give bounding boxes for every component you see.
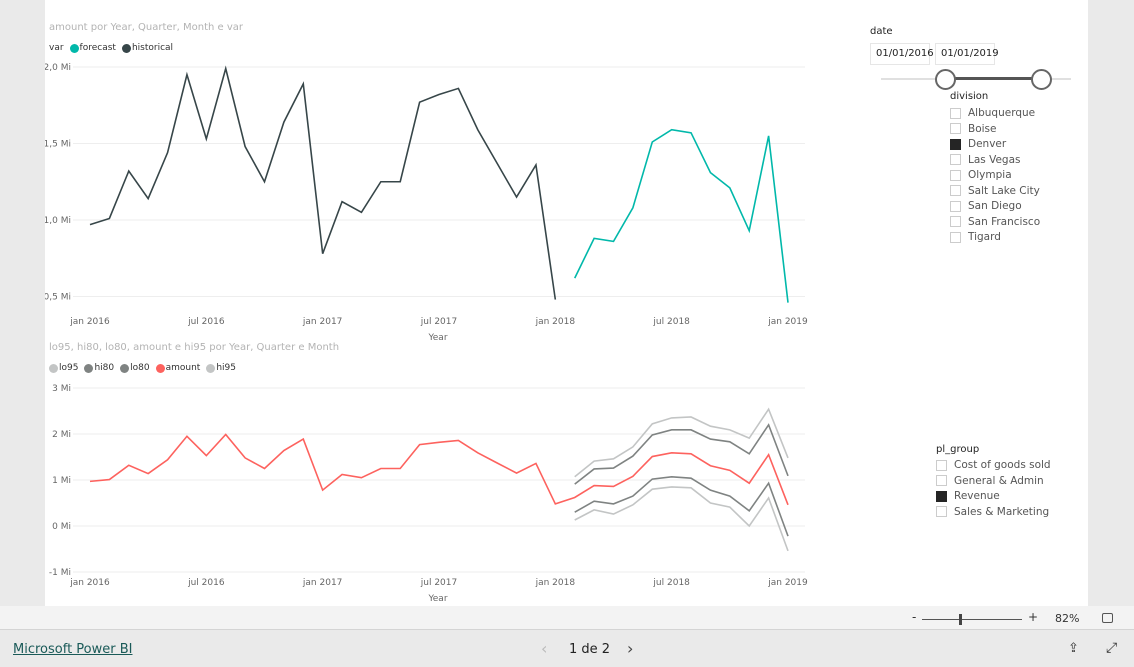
fit-to-page-icon[interactable] <box>1102 613 1113 623</box>
checkbox[interactable] <box>950 169 961 181</box>
slicer-item-label: San Francisco <box>968 215 1041 228</box>
slicer-item[interactable]: Cost of goods sold <box>936 459 1051 471</box>
y-tick-label: 3 Mi <box>52 384 71 394</box>
series-line-lo95 <box>574 486 789 552</box>
y-tick-label: 1,5 Mi <box>45 140 71 150</box>
checkbox[interactable] <box>950 200 961 212</box>
footer: Microsoft Power BI ‹ 1 de 2 › ⇪ ⤢ <box>0 631 1134 667</box>
series-line-forecast <box>574 128 789 303</box>
checkbox[interactable] <box>950 107 961 119</box>
slicer-item-label: San Diego <box>968 200 1022 212</box>
fullscreen-icon[interactable]: ⤢ <box>1106 640 1117 656</box>
power-bi-link[interactable]: Microsoft Power BI <box>13 642 132 657</box>
checkbox[interactable] <box>950 231 961 243</box>
date-end-input[interactable]: 01/01/2019 <box>935 43 999 65</box>
x-tick-label: jan 2016 <box>69 578 110 588</box>
slicer-item-label: Revenue <box>954 490 1000 502</box>
x-tick-label: jul 2017 <box>420 578 457 588</box>
zoom-in-button[interactable]: + <box>1028 610 1038 624</box>
slicer-item[interactable]: Revenue <box>936 490 1000 502</box>
charts-svg: 2,0 Mi 1,5 Mi 1,0 Mi 0,5 Mi jan 2016 jul 2016… <box>45 63 808 604</box>
checkbox[interactable] <box>936 490 947 502</box>
zoom-slider-handle[interactable] <box>959 614 962 625</box>
y-tick-label: -1 Mi <box>49 568 71 578</box>
checkbox[interactable] <box>950 123 961 134</box>
slicer-item[interactable]: Salt Lake City <box>950 185 1040 197</box>
checkbox[interactable] <box>936 475 947 486</box>
slicer-item[interactable]: Denver <box>950 138 1006 150</box>
slicer-item[interactable]: San Francisco <box>950 216 1040 228</box>
checkbox[interactable] <box>950 138 961 150</box>
pl-group-slicer-title: pl_group <box>936 444 980 455</box>
y-tick-label: 2 Mi <box>52 430 71 440</box>
x-tick-label: jan 2018 <box>535 317 576 327</box>
date-slicer-title: date <box>870 26 893 37</box>
series-line-historical <box>89 65 557 300</box>
slicer-item-label: Las Vegas <box>968 153 1021 166</box>
date-slider-start-handle[interactable] <box>935 69 956 90</box>
slicer-item-label: Sales & Marketing <box>954 505 1050 518</box>
report-canvas: amount por Year, Quarter, Month e var va… <box>45 0 1088 606</box>
share-icon[interactable]: ⇪ <box>1068 641 1079 656</box>
prev-page-button[interactable]: ‹ <box>541 639 547 658</box>
slicer-item[interactable]: Tigard <box>950 231 1001 243</box>
slicer-item-label: Tigard <box>968 231 1001 243</box>
slicer-item-label: Denver <box>968 138 1007 150</box>
x-tick-label: jul 2016 <box>187 317 225 327</box>
slicer-item-label: General & Admin <box>954 474 1044 487</box>
slicer-item[interactable]: Boise <box>950 123 996 135</box>
slicer-item-label: Salt Lake City <box>968 184 1040 197</box>
page-indicator: 1 de 2 <box>569 642 611 657</box>
y-tick-label: 1,0 Mi <box>45 216 71 226</box>
checkbox[interactable] <box>936 459 947 471</box>
x-tick-label: jan 2019 <box>767 578 808 588</box>
x-tick-label: jan 2017 <box>302 317 343 327</box>
date-start-input[interactable]: 01/01/2016 <box>870 43 934 65</box>
x-tick-label: jan 2019 <box>767 317 808 327</box>
checkbox[interactable] <box>950 185 961 196</box>
date-slider-range <box>946 77 1041 80</box>
checkbox[interactable] <box>950 154 961 165</box>
checkbox[interactable] <box>950 216 961 227</box>
next-page-button[interactable]: › <box>627 639 633 658</box>
y-tick-label: 2,0 Mi <box>45 63 71 73</box>
slicer-item[interactable]: Las Vegas <box>950 154 1021 166</box>
slicer-item-label: Cost of goods sold <box>954 459 1051 471</box>
zoom-slider[interactable] <box>922 619 1022 620</box>
y-tick-label: 0 Mi <box>52 522 71 532</box>
y-tick-label: 0,5 Mi <box>45 293 71 303</box>
slicer-item-label: Boise <box>968 122 997 135</box>
x-tick-label: jul 2017 <box>420 317 457 327</box>
division-slicer-title: division <box>950 91 989 102</box>
x-tick-label: jul 2018 <box>652 578 690 588</box>
slicer-item-label: Olympia <box>968 169 1012 181</box>
x-axis-label: Year <box>427 333 447 343</box>
x-tick-label: jan 2018 <box>535 578 576 588</box>
slicer-item-label: Albuquerque <box>968 107 1036 119</box>
date-slider-end-handle[interactable] <box>1031 69 1052 90</box>
checkbox[interactable] <box>936 506 947 517</box>
slicer-item[interactable]: General & Admin <box>936 475 1044 487</box>
x-tick-label: jan 2016 <box>69 317 110 327</box>
zoom-level: 82% <box>1055 612 1080 625</box>
slicer-item[interactable]: Olympia <box>950 169 1012 181</box>
x-tick-label: jan 2017 <box>302 578 343 588</box>
series-line-amount <box>89 433 789 506</box>
y-tick-label: 1 Mi <box>52 476 71 486</box>
slicer-item[interactable]: Albuquerque <box>950 107 1035 119</box>
x-tick-label: jul 2016 <box>187 578 225 588</box>
x-axis-label: Year <box>427 594 447 604</box>
zoom-bar: - + 82% <box>0 606 1134 630</box>
zoom-out-button[interactable]: - <box>912 610 916 624</box>
x-tick-label: jul 2018 <box>652 317 690 327</box>
slicer-item[interactable]: San Diego <box>950 200 1022 212</box>
slicer-item[interactable]: Sales & Marketing <box>936 506 1049 518</box>
